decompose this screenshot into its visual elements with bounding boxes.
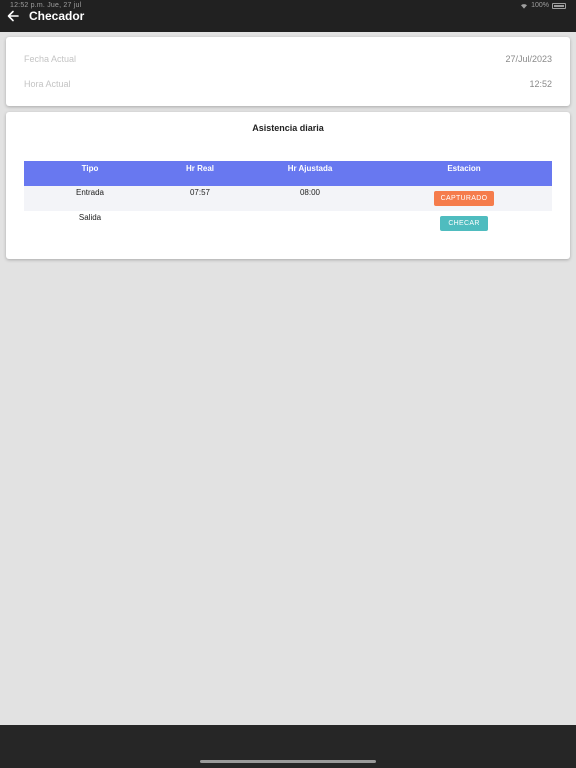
arrow-left-icon: [7, 10, 19, 22]
battery-icon: [552, 2, 566, 9]
attendance-table: Tipo Hr Real Hr Ajustada Estacion Entrad…: [24, 161, 552, 236]
hora-row: Hora Actual 12:52: [24, 79, 552, 93]
bottom-bar: [0, 725, 576, 768]
cell-hr-ajustada: 08:00: [299, 188, 321, 197]
attendance-title: Asistencia diaria: [252, 123, 324, 133]
cell-tipo: Entrada: [75, 188, 105, 197]
home-indicator[interactable]: [200, 760, 376, 763]
battery-percent: 100%: [531, 2, 549, 9]
column-header-hr-real: Hr Real: [185, 164, 214, 173]
column-header-hr-ajustada: Hr Ajustada: [287, 164, 333, 173]
hora-label: Hora Actual: [24, 79, 71, 89]
cell-tipo: Salida: [78, 213, 102, 222]
cell-estacion: CAPTURADO: [376, 188, 552, 206]
column-header-estacion: Estacion: [447, 164, 481, 173]
column-header-tipo: Tipo: [81, 164, 99, 173]
fecha-row: Fecha Actual 27/Jul/2023: [24, 54, 552, 68]
fecha-value: 27/Jul/2023: [505, 54, 552, 64]
table-row: Salida CHECAR: [24, 211, 552, 236]
page-title: Checador: [29, 9, 85, 23]
attendance-card: Asistencia diaria Tipo Hr Real Hr Ajusta…: [6, 112, 570, 259]
cell-estacion: CHECAR: [376, 213, 552, 231]
datetime-card: Fecha Actual 27/Jul/2023 Hora Actual 12:…: [6, 37, 570, 106]
fecha-label: Fecha Actual: [24, 54, 77, 64]
table-header: Tipo Hr Real Hr Ajustada Estacion: [24, 161, 552, 186]
table-row: Entrada 07:57 08:00 CAPTURADO: [24, 186, 552, 211]
wifi-icon: [521, 3, 528, 9]
back-button[interactable]: [4, 7, 22, 25]
hora-value: 12:52: [529, 79, 552, 89]
status-indicators: 100%: [520, 2, 566, 9]
cell-hr-real: 07:57: [189, 188, 211, 197]
app-header: 12:52 p.m. Jue, 27 jul 100% Checador: [0, 0, 576, 32]
check-button[interactable]: CHECAR: [440, 216, 488, 231]
captured-badge: CAPTURADO: [433, 191, 495, 206]
app-root: 12:52 p.m. Jue, 27 jul 100% Checador Fec…: [0, 0, 576, 768]
